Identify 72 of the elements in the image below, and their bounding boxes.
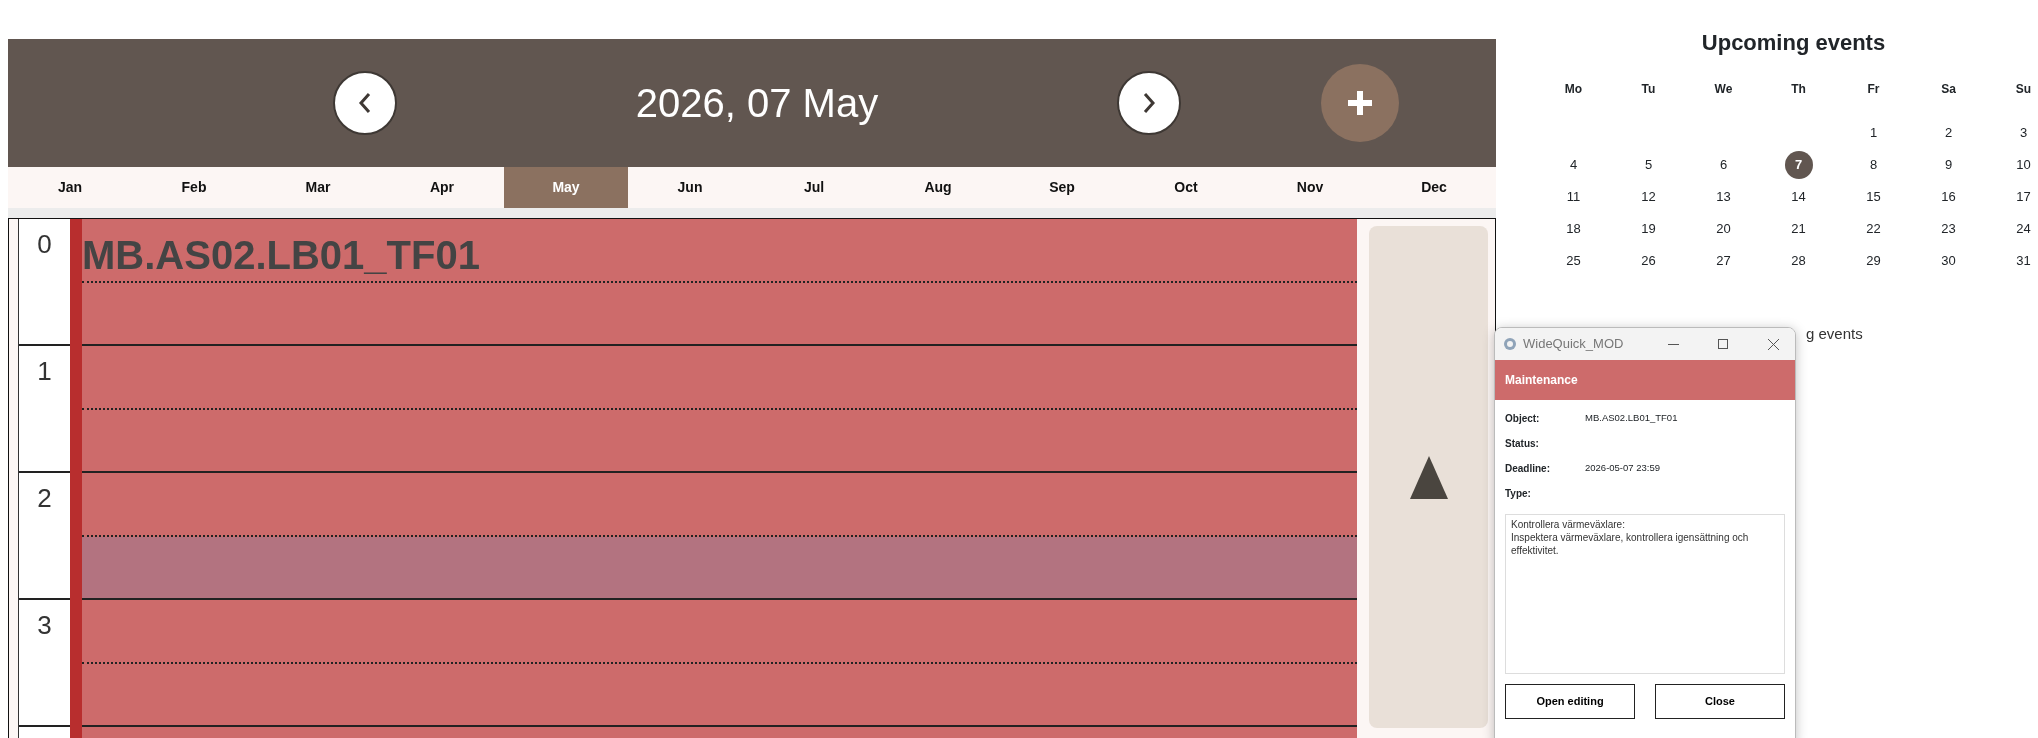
calendar-day[interactable]: 7 — [1784, 151, 1813, 179]
description-field[interactable]: Kontrollera värmeväxlare: Inspektera värmeväxlare, kontrollera igensättning och effektivitet. — [1505, 514, 1785, 674]
calendar-day[interactable]: 13 — [1709, 183, 1738, 211]
month-tab[interactable]: Feb — [132, 167, 256, 208]
calendar-day[interactable]: 20 — [1709, 215, 1738, 243]
calendar-day[interactable]: 19 — [1634, 215, 1663, 243]
minimize-icon — [1667, 343, 1679, 345]
calendar-day[interactable]: 23 — [1934, 215, 1963, 243]
calendar-day[interactable]: 9 — [1934, 151, 1963, 179]
calendar-day[interactable]: 2 — [1934, 119, 1963, 147]
calendar-day[interactable]: 3 — [2009, 119, 2038, 147]
weekday-label: Tu — [1640, 81, 1657, 98]
events-text: g events — [1806, 324, 1863, 344]
chevron-left-icon — [358, 92, 372, 114]
event-title: MB.AS02.LB01_TF01 — [82, 232, 480, 279]
month-tab[interactable]: Sep — [1000, 167, 1124, 208]
month-tab[interactable]: Jun — [628, 167, 752, 208]
calendar-day[interactable]: 6 — [1709, 151, 1738, 179]
calendar-day[interactable]: 26 — [1634, 247, 1663, 275]
dialog-button[interactable]: Close — [1655, 684, 1785, 719]
date-title: 2026, 07 May — [634, 80, 880, 127]
calendar-day[interactable]: 8 — [1859, 151, 1888, 179]
field-value: MB.AS02.LB01_TF01 — [1585, 411, 1678, 426]
dialog-header: Maintenance — [1495, 360, 1795, 400]
weekday-label: Fr — [1866, 81, 1881, 98]
up-triangle-icon — [1409, 455, 1448, 499]
calendar-day[interactable]: 30 — [1934, 247, 1963, 275]
weekday-label: Sa — [1940, 81, 1957, 98]
calendar-day[interactable]: 24 — [2009, 215, 2038, 243]
weekday-label: We — [1713, 81, 1734, 98]
calendar-day[interactable]: 29 — [1859, 247, 1888, 275]
calendar-day[interactable]: 15 — [1859, 183, 1888, 211]
calendar-day[interactable]: 14 — [1784, 183, 1813, 211]
calendar-day[interactable]: 12 — [1634, 183, 1663, 211]
calendar-day[interactable]: 22 — [1859, 215, 1888, 243]
calendar-day[interactable]: 11 — [1559, 183, 1588, 211]
calendar-day[interactable]: 28 — [1784, 247, 1813, 275]
calendar-day[interactable]: 17 — [2009, 183, 2038, 211]
calendar-day[interactable]: 18 — [1559, 215, 1588, 243]
calendar-day[interactable]: 25 — [1559, 247, 1588, 275]
close-icon — [1767, 338, 1779, 350]
month-tab[interactable]: Aug — [876, 167, 1000, 208]
field-value: 2026-05-07 23:59 — [1585, 461, 1660, 476]
weekday-label: Mo — [1563, 81, 1584, 98]
calendar-day[interactable]: 31 — [2009, 247, 2038, 275]
calendar-day[interactable]: 1 — [1859, 119, 1888, 147]
field-label: Status: — [1505, 437, 1540, 451]
month-tab[interactable]: Mar — [256, 167, 380, 208]
calendar-day[interactable]: 10 — [2009, 151, 2038, 179]
month-tab[interactable]: Oct — [1124, 167, 1248, 208]
sidebar-title: Upcoming events — [1700, 29, 1887, 57]
month-tab[interactable]: Jul — [752, 167, 876, 208]
dialog-button[interactable]: Open editing — [1505, 684, 1635, 719]
weekday-label: Su — [2014, 81, 2033, 98]
calendar-day[interactable]: 21 — [1784, 215, 1813, 243]
calendar-day[interactable]: 5 — [1634, 151, 1663, 179]
weekday-label: Th — [1790, 81, 1807, 98]
field-label: Type: — [1505, 487, 1532, 501]
month-tab[interactable]: Apr — [380, 167, 504, 208]
month-tab[interactable]: Nov — [1248, 167, 1372, 208]
dialog-title: WideQuick_MOD — [1523, 335, 1625, 354]
month-tab[interactable]: Dec — [1372, 167, 1496, 208]
month-tab[interactable]: May — [504, 167, 628, 208]
field-label: Deadline: — [1505, 462, 1551, 476]
calendar-day[interactable]: 16 — [1934, 183, 1963, 211]
chevron-right-icon — [1142, 92, 1156, 114]
plus-icon — [1347, 90, 1373, 116]
maximize-icon — [1718, 339, 1728, 349]
month-tab[interactable]: Jan — [8, 167, 132, 208]
field-label: Object: — [1505, 412, 1541, 426]
calendar-day[interactable]: 27 — [1709, 247, 1738, 275]
calendar-day[interactable]: 4 — [1559, 151, 1588, 179]
